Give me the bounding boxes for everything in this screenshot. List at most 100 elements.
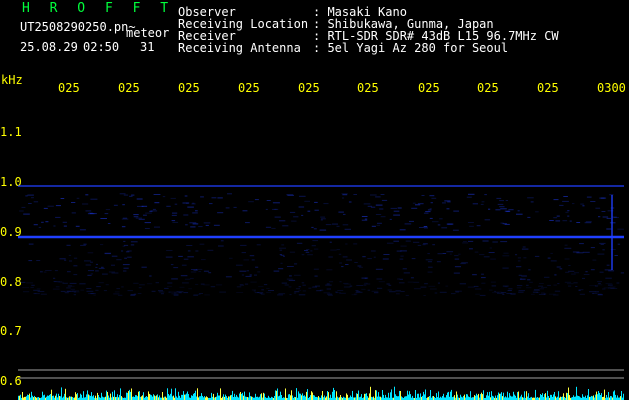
signal-speckle — [595, 291, 599, 293]
signal-speckle — [371, 225, 376, 227]
noise-bar — [231, 394, 232, 400]
signal-speckle — [439, 291, 447, 293]
noise-bar — [550, 394, 551, 400]
signal-speckle — [85, 264, 92, 266]
signal-speckle — [86, 290, 94, 292]
noise-bar — [98, 395, 99, 400]
signal-speckle — [145, 212, 152, 214]
signal-speckle — [479, 254, 485, 256]
time-tick: 025 — [238, 81, 260, 95]
signal-speckle — [501, 292, 507, 293]
signal-speckle — [373, 256, 376, 258]
signal-speckle — [149, 275, 152, 277]
signal-speckle — [521, 248, 529, 250]
noise-bar — [201, 393, 202, 400]
signal-speckle — [356, 285, 364, 286]
signal-speckle — [328, 256, 333, 258]
signal-speckle — [279, 254, 282, 256]
noise-bar — [138, 391, 139, 400]
signal-speckle — [298, 206, 305, 208]
signal-speckle — [557, 283, 560, 285]
signal-speckle — [130, 294, 137, 296]
noise-bar — [595, 394, 596, 400]
antenna-row: Receiving Antenna: 5el Yagi Az 280 for S… — [178, 41, 509, 55]
signal-speckle — [311, 286, 317, 288]
noise-bar — [165, 396, 166, 400]
noise-bar — [184, 394, 185, 400]
noise-bar — [563, 393, 564, 400]
signal-speckle — [133, 282, 139, 284]
signal-speckle — [604, 269, 612, 271]
noise-bar — [195, 390, 196, 400]
signal-speckle — [281, 282, 288, 284]
signal-speckle — [345, 243, 348, 245]
noise-bar — [566, 392, 567, 400]
signal-speckle — [66, 244, 71, 246]
signal-speckle — [80, 289, 85, 291]
signal-speckle — [527, 197, 534, 199]
noise-bar — [497, 395, 498, 400]
signal-speckle — [289, 211, 296, 213]
noise-bar — [56, 393, 57, 400]
signal-speckle — [33, 289, 40, 291]
signal-speckle — [576, 252, 584, 254]
signal-speckle — [454, 258, 460, 260]
signal-speckle — [559, 204, 564, 206]
signal-speckle — [141, 205, 148, 207]
noise-bar — [240, 392, 241, 400]
signal-speckle — [405, 240, 411, 242]
signal-speckle — [589, 291, 596, 293]
signal-speckle — [499, 206, 505, 208]
noise-bar — [553, 394, 554, 400]
signal-speckle — [361, 216, 368, 217]
noise-bar — [378, 392, 379, 400]
noise-bar — [264, 393, 265, 400]
noise-bar — [438, 391, 439, 400]
signal-speckle — [98, 267, 105, 269]
noise-bar — [22, 392, 23, 400]
signal-speckle — [468, 193, 475, 195]
signal-speckle — [251, 289, 256, 291]
signal-speckle — [244, 283, 249, 285]
signal-speckle — [585, 271, 588, 273]
signal-speckle — [597, 294, 603, 296]
signal-speckle — [367, 289, 371, 291]
signal-speckle — [520, 278, 523, 280]
noise-bar — [499, 393, 500, 400]
signal-speckle — [240, 244, 247, 246]
signal-speckle — [330, 249, 337, 251]
signal-speckle — [69, 260, 73, 262]
noise-bar — [110, 393, 111, 400]
signal-speckle — [476, 225, 481, 227]
noise-bar — [425, 389, 426, 400]
noise-bar — [306, 391, 307, 400]
signal-speckle — [367, 258, 372, 260]
signal-speckle — [79, 229, 86, 231]
signal-speckle — [421, 195, 425, 196]
signal-speckle — [342, 197, 345, 199]
noise-bar — [541, 395, 542, 400]
noise-bar — [488, 395, 489, 400]
signal-speckle — [166, 250, 173, 251]
noise-bar — [318, 396, 319, 400]
noise-bar — [299, 393, 300, 400]
signal-speckle — [36, 260, 41, 261]
signal-speckle — [343, 286, 351, 288]
noise-bar — [568, 387, 569, 400]
signal-speckle — [569, 220, 572, 222]
signal-speckle — [518, 274, 522, 276]
signal-speckle — [597, 284, 603, 286]
signal-speckle — [583, 274, 590, 275]
signal-speckle — [362, 256, 366, 258]
noise-bar — [204, 396, 205, 400]
noise-bar — [81, 394, 82, 400]
signal-speckle — [582, 205, 585, 207]
signal-speckle — [204, 294, 210, 296]
signal-speckle — [533, 289, 540, 291]
signal-speckle — [459, 283, 466, 285]
noise-bar — [61, 387, 62, 400]
signal-speckle — [595, 207, 601, 209]
noise-bar — [540, 394, 541, 400]
noise-bar — [526, 391, 527, 400]
signal-speckle — [73, 265, 78, 267]
